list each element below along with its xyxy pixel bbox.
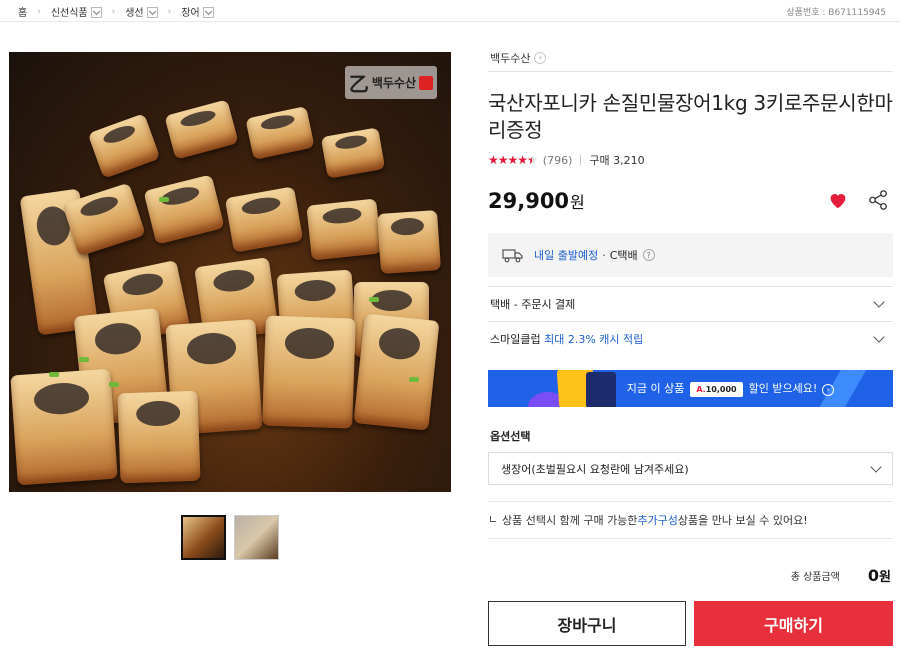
product-number: 상품번호 : B671115945 — [786, 8, 886, 18]
chevron-right-icon: › — [37, 6, 41, 17]
product-info-panel: 백두수산 › 국산자포니카 손질민물장어1kg 3키로주문시한마리증정 ★★★★… — [488, 44, 893, 646]
star-rating-fill: ★★★★★ — [488, 153, 532, 167]
divider — [580, 155, 582, 165]
heart-icon[interactable] — [827, 189, 849, 211]
chevron-down-icon[interactable] — [873, 331, 885, 343]
shipping-separator: · — [602, 248, 606, 262]
dropdown-icon[interactable] — [202, 7, 214, 18]
thumbnail-list — [181, 515, 279, 560]
banner-text: 지금 이 상품 A.10,000 할인 받으세요! › — [627, 380, 835, 397]
breadcrumb-home-label[interactable]: 홈 — [18, 4, 27, 19]
smile-club-row[interactable]: 스마일클럽 최대 2.3% 캐시 적립 — [488, 321, 893, 356]
brand-logo: 乙 백두수산 — [344, 66, 437, 99]
delivery-payment-row[interactable]: 택배 - 주문시 결제 — [488, 286, 893, 321]
total-price-row: 총 상품금액 0원 — [488, 561, 893, 589]
smile-club-benefit: 최대 2.3% 캐시 적립 — [544, 333, 644, 346]
coupon-prefix: A. — [696, 385, 706, 394]
cart-button[interactable]: 장바구니 — [488, 601, 686, 646]
smile-club-prefix: 스마일클럽 — [490, 333, 545, 346]
eel-piece — [320, 127, 386, 179]
eel-piece — [87, 113, 161, 179]
chevron-down-icon[interactable] — [873, 296, 885, 308]
eel-piece — [164, 99, 239, 160]
breadcrumb-fresh[interactable]: 신선식품 — [51, 4, 102, 19]
store-link[interactable]: 백두수산 › — [488, 44, 893, 72]
share-icon[interactable] — [867, 189, 889, 211]
shipping-info: 내일 출발예정 · C택배 ? — [488, 233, 893, 277]
logo-mark: 乙 — [348, 72, 369, 96]
eel-piece — [376, 209, 442, 275]
scallion-garnish — [369, 297, 379, 302]
shipping-carrier: C택배 — [609, 249, 638, 262]
coupon-amount: 10,000 — [705, 385, 737, 394]
breadcrumb-eel-label[interactable]: 장어 — [181, 4, 199, 19]
total-label: 총 상품금액 — [790, 571, 840, 583]
dropdown-icon[interactable] — [90, 7, 102, 18]
logo-badge — [419, 75, 433, 90]
price-value: 29,900 — [488, 189, 570, 213]
scallion-garnish — [409, 377, 419, 382]
hint-text-before: 상품 선택시 함께 구매 가능한 — [502, 514, 638, 527]
review-count[interactable]: (796) — [543, 154, 573, 167]
coupon-banner[interactable]: 지금 이 상품 A.10,000 할인 받으세요! › — [488, 370, 893, 407]
product-main-image[interactable]: 乙 백두수산 — [9, 52, 451, 492]
thumbnail-1[interactable] — [181, 515, 226, 560]
total-unit: 원 — [879, 569, 891, 585]
eel-piece — [245, 106, 315, 160]
delivery-payment-label: 택배 - 주문시 결제 — [490, 298, 576, 311]
shipping-date: 내일 출발예정 — [534, 249, 599, 262]
scallion-garnish — [79, 357, 89, 362]
smile-club-label: 스마일클럽 최대 2.3% 캐시 적립 — [490, 331, 643, 347]
breadcrumb-fish[interactable]: 생선 — [125, 4, 158, 19]
eel-piece — [117, 390, 201, 484]
eel-piece — [262, 315, 356, 429]
option-selected-value: 생장어(초벌필요시 요청란에 남겨주세요) — [501, 462, 689, 476]
add-on-link[interactable]: 추가구성 — [637, 512, 677, 528]
purchase-count: 구매 3,210 — [589, 154, 645, 167]
scallion-garnish — [159, 197, 169, 202]
coupon-badge: A.10,000 — [690, 382, 743, 397]
chevron-right-icon: › — [534, 51, 547, 64]
banner-card-graphic — [586, 372, 616, 407]
scallion-garnish — [109, 382, 119, 387]
eel-piece — [10, 368, 118, 486]
help-icon[interactable]: ? — [642, 249, 655, 261]
hint-mark-icon — [490, 515, 496, 522]
chevron-right-icon: › — [167, 6, 172, 17]
price-row: 29,900 원 — [488, 186, 893, 216]
breadcrumb-eel[interactable]: 장어 — [181, 4, 214, 19]
star-rating: ★★★★★★★★★★ — [488, 153, 538, 167]
breadcrumb-fish-label[interactable]: 생선 — [125, 4, 143, 19]
option-select[interactable]: 생장어(초벌필요시 요청란에 남겨주세요) — [488, 452, 893, 485]
add-on-hint: 상품 선택시 함께 구매 가능한 추가구성 상품을 만나 보실 수 있어요! — [488, 501, 893, 539]
chevron-right-icon: › — [111, 6, 116, 17]
eel-piece — [224, 186, 304, 253]
eel-piece — [306, 198, 382, 261]
chevron-right-icon: › — [822, 383, 835, 396]
option-label: 옵션선택 — [490, 430, 531, 443]
top-bar: 홈 › 신선식품 › 생선 › 장어 상품번호 : B671115945 — [0, 0, 900, 22]
price-currency: 원 — [570, 193, 585, 212]
rating-row: ★★★★★★★★★★ (796) 구매 3,210 — [488, 152, 893, 168]
hint-text-after: 상품을 만나 보실 수 있어요! — [677, 514, 808, 527]
banner-prefix: 지금 이 상품 — [626, 382, 685, 395]
store-name[interactable]: 백두수산 — [490, 50, 530, 66]
truck-icon — [502, 249, 523, 263]
product-title: 국산자포니카 손질민물장어1kg 3키로주문시한마리증정 — [488, 91, 893, 142]
chevron-down-icon[interactable] — [870, 460, 882, 473]
breadcrumb: 홈 › 신선식품 › 생선 › 장어 — [18, 4, 214, 19]
action-buttons: 장바구니 구매하기 — [488, 601, 893, 646]
breadcrumb-fresh-label[interactable]: 신선식품 — [51, 4, 88, 19]
dropdown-icon[interactable] — [146, 7, 158, 18]
banner-suffix: 할인 받으세요! — [748, 382, 818, 395]
buy-button[interactable]: 구매하기 — [694, 601, 893, 646]
logo-text: 백두수산 — [371, 76, 416, 90]
eel-piece — [143, 174, 225, 245]
thumbnail-2[interactable] — [234, 515, 279, 560]
eel-piece — [353, 313, 440, 431]
breadcrumb-home[interactable]: 홈 — [18, 4, 27, 19]
total-value: 0 — [867, 565, 880, 585]
scallion-garnish — [49, 372, 59, 377]
